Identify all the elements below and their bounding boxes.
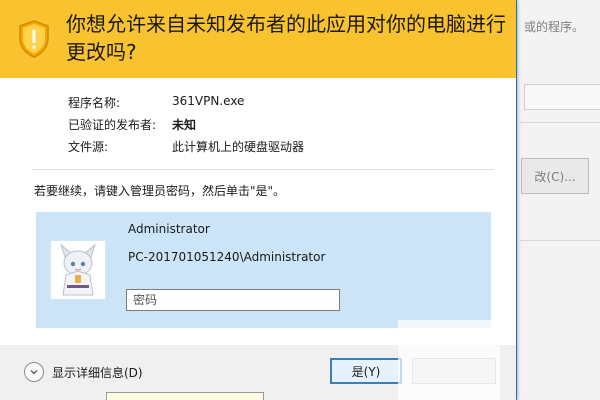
file-source-value: 此计算机上的硬盘驱动器 [172,140,305,154]
show-details-label: 显示详细信息(D) [52,365,143,380]
background-change-button: 改(C)... [521,158,589,194]
publisher-label: 已验证的发布者: [68,118,157,132]
background-window-text: 或的程序。 [524,20,585,34]
watermark-overlay [398,320,500,400]
background-divider [520,122,600,123]
dialog-title: 你想允许来自未知发布者的此应用对你的电脑进行更改吗? [66,12,506,64]
program-name-label: 程序名称: [68,96,121,110]
user-avatar [50,240,106,300]
background-divider [520,240,600,241]
yes-button[interactable]: 是(Y) [330,358,402,384]
uac-shield-icon [19,20,49,58]
credential-account: PC-201701051240\Administrator [128,250,326,264]
uac-banner: 你想允许来自未知发布者的此应用对你的电脑进行更改吗? [0,0,516,78]
avatar-image [51,241,105,299]
file-source-label: 文件源: [68,140,109,154]
credential-username: Administrator [128,222,210,236]
password-input[interactable] [126,289,340,311]
show-details-toggle[interactable]: 显示详细信息(D) [24,362,143,382]
background-window-field [524,84,600,110]
instruction-text: 若要继续，请键入管理员密码，然后单击"是"。 [34,184,286,198]
chevron-down-icon [24,362,44,382]
program-name-value: 361VPN.exe [172,94,245,108]
section-divider [32,169,494,170]
uac-dialog: 你想允许来自未知发布者的此应用对你的电脑进行更改吗? 程序名称: 361VPN.… [0,0,517,400]
publisher-value: 未知 [172,118,197,132]
tooltip-edge [106,392,264,400]
